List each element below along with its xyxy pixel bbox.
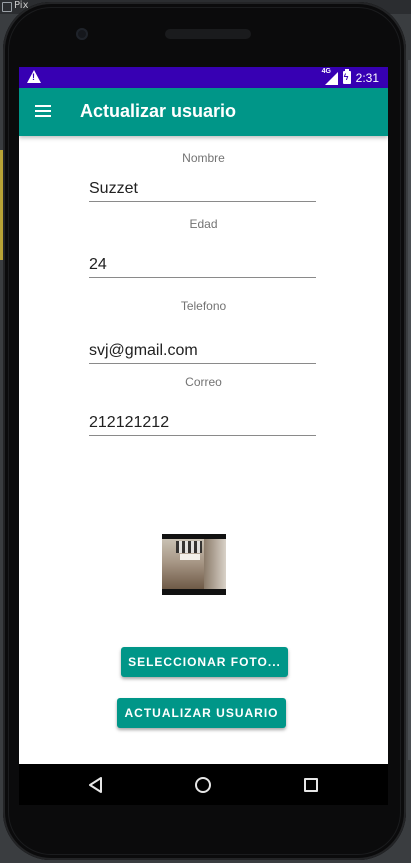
back-triangle-icon[interactable] <box>89 777 103 798</box>
page-title: Actualizar usuario <box>80 101 237 121</box>
field-label-nombre: Nombre <box>182 151 225 165</box>
field-label-edad: Edad <box>189 217 218 231</box>
home-circle-icon[interactable] <box>195 777 211 793</box>
status-bar: ! 4G ϟ 2:31 <box>19 67 388 88</box>
hamburger-menu-icon[interactable] <box>35 105 51 119</box>
cellular-signal-icon: 4G <box>321 67 338 85</box>
nombre-input[interactable]: Suzzet <box>89 177 316 202</box>
battery-charging-icon: ϟ <box>342 69 351 84</box>
status-indicators: 4G ϟ 2:31 <box>321 67 379 85</box>
front-camera <box>76 28 88 40</box>
status-time: 2:31 <box>355 70 379 85</box>
field-label-telefono: Telefono <box>180 299 227 313</box>
select-photo-button[interactable]: SELECCIONAR FOTO... <box>121 647 288 677</box>
device-screen: ! 4G ϟ 2:31 Actualizar usuario Nombre Su… <box>19 67 388 764</box>
edad-input[interactable]: 24 <box>89 253 316 278</box>
network-type-label: 4G <box>321 67 331 75</box>
telefono-input[interactable]: svj@gmail.com <box>89 339 316 364</box>
recents-square-icon[interactable] <box>304 778 318 792</box>
charging-bolt-icon: ϟ <box>343 72 349 82</box>
photo-window <box>180 554 200 560</box>
emulator-window-icon <box>2 2 12 12</box>
user-photo-thumbnail <box>162 534 226 595</box>
photo-ceiling-grid <box>176 541 202 553</box>
photo-wall <box>204 539 226 589</box>
earpiece-speaker <box>165 29 251 39</box>
app-bar: Actualizar usuario <box>19 88 388 136</box>
update-user-button[interactable]: ACTUALIZAR USUARIO <box>117 698 286 728</box>
navigation-bar <box>19 764 388 805</box>
field-label-correo: Correo <box>185 375 222 389</box>
warning-mark: ! <box>32 72 35 82</box>
correo-input[interactable]: 212121212 <box>89 411 316 436</box>
